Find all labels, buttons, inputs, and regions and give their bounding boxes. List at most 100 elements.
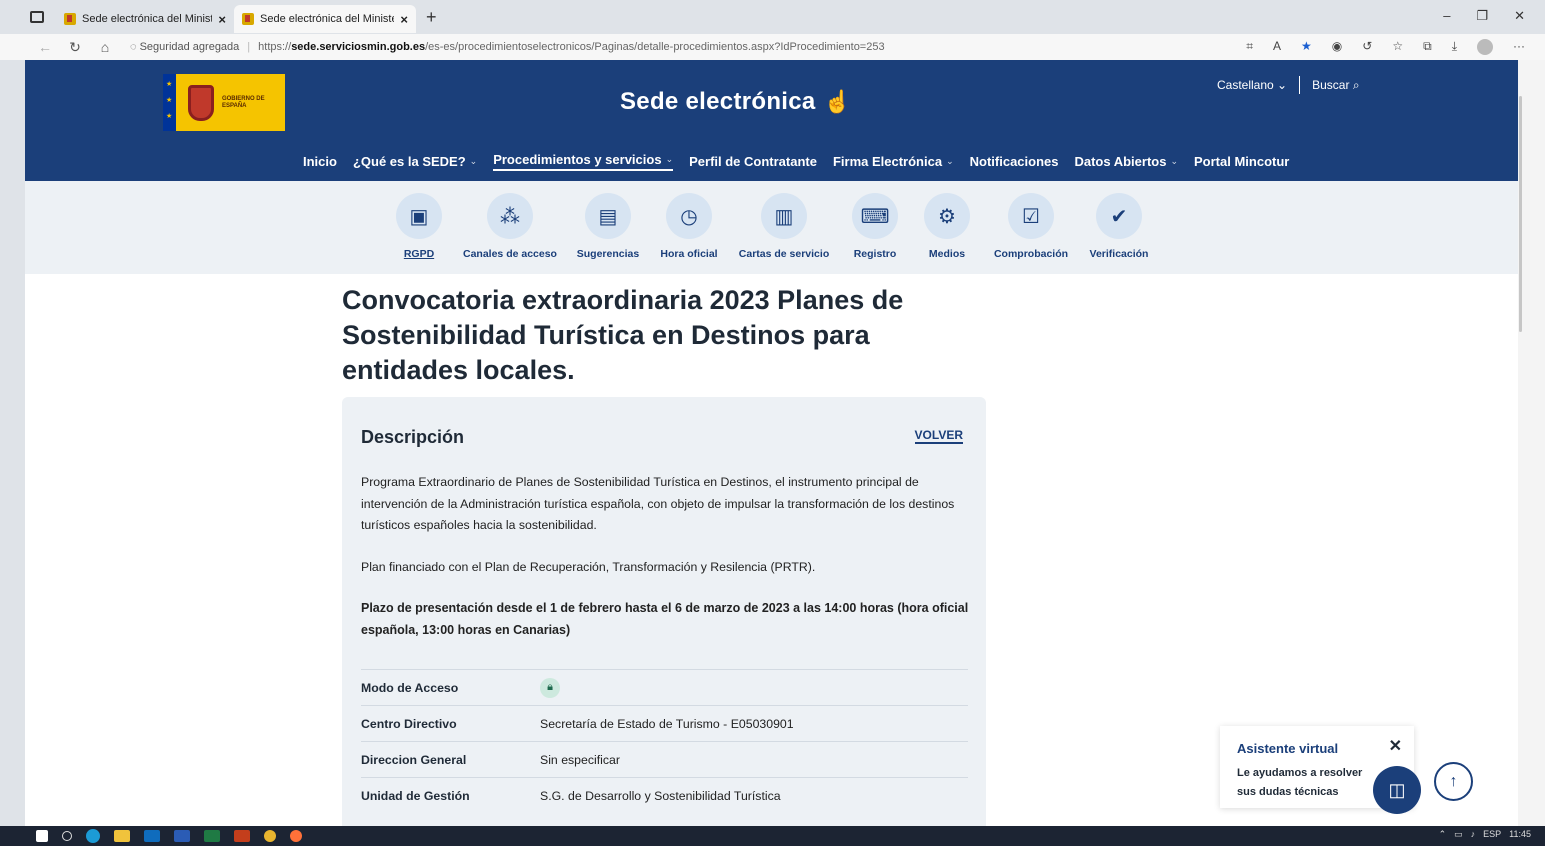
close-icon[interactable]: ✕: [1389, 736, 1402, 756]
more-icon[interactable]: ···: [1513, 39, 1525, 55]
quick-link-label: Canales de acceso: [463, 248, 557, 260]
favicon-icon: [242, 13, 254, 25]
windows-start-icon[interactable]: [36, 830, 48, 842]
browser-tab-active[interactable]: Sede electrónica del Ministerio d ×: [234, 5, 416, 33]
new-tab-icon[interactable]: +: [426, 7, 437, 28]
quick-link-verificacion[interactable]: ✔ Verificación: [1069, 193, 1169, 260]
search-label: Buscar: [1312, 77, 1350, 92]
nav-label: Perfil de Contratante: [689, 154, 817, 169]
description-text: Programa Extraordinario de Planes de Sos…: [361, 472, 971, 661]
quick-link-rgpd[interactable]: ▣ RGPD: [369, 193, 469, 260]
tab-actions-icon[interactable]: [30, 11, 44, 23]
chevron-down-icon: ⌄: [1277, 78, 1288, 92]
clock[interactable]: 11:45: [1509, 829, 1531, 840]
chat-bubble-icon: ◫: [1388, 779, 1406, 800]
profile-avatar[interactable]: [1477, 39, 1493, 55]
nav-item-perfil-contratante[interactable]: Perfil de Contratante: [689, 152, 817, 171]
security-badge[interactable]: ◌ Seguridad agregada: [130, 41, 239, 53]
search-icon: ⌕: [1352, 77, 1360, 92]
quick-link-label: Comprobación: [993, 248, 1069, 260]
details-table: Modo de Acceso 🔒︎ Centro Directivo Secre…: [361, 669, 968, 813]
url-prefix: https://: [258, 41, 292, 53]
refresh-icon[interactable]: ↻: [60, 39, 90, 56]
close-icon[interactable]: ×: [400, 12, 408, 27]
url-separator: |: [247, 41, 251, 53]
scroll-top-button[interactable]: ↑: [1434, 762, 1473, 801]
qr-code-icon[interactable]: ⌗: [1246, 39, 1253, 55]
read-aloud-icon[interactable]: A: [1273, 39, 1281, 55]
table-row: Modo de Acceso 🔒︎: [361, 669, 968, 705]
system-tray: ⌃ ▭ ♪ ESP 11:45: [1439, 829, 1531, 840]
lock-icon: 🔒︎: [540, 677, 560, 698]
close-window-icon[interactable]: ✕: [1514, 8, 1525, 24]
search-button[interactable]: Buscar ⌕: [1312, 78, 1359, 93]
assistant-subtitle: Le ayudamos a resolver sus dudas técnica…: [1237, 767, 1363, 798]
page-title: Convocatoria extraordinaria 2023 Planes …: [342, 285, 904, 385]
tray-chevron-icon[interactable]: ⌃: [1439, 829, 1447, 840]
language-selector[interactable]: Castellano ⌄: [1217, 78, 1287, 92]
detail-key: Modo de Acceso: [361, 680, 459, 695]
main-navigation: Inicio ¿Qué es la SEDE? ⌄ Procedimientos …: [303, 152, 1289, 171]
tab-title: Sede electrónica del Ministerio d: [82, 13, 213, 25]
home-icon[interactable]: ⌂: [90, 39, 120, 55]
nav-item-notificaciones[interactable]: Notificaciones: [970, 152, 1059, 171]
nav-item-portal-mincotur[interactable]: Portal Mincotur: [1194, 152, 1289, 171]
file-explorer-icon[interactable]: [114, 830, 130, 842]
quick-link-label: RGPD: [403, 248, 435, 260]
word-icon[interactable]: [174, 830, 190, 842]
favicon-icon: [64, 13, 76, 25]
volume-icon[interactable]: ♪: [1471, 829, 1476, 840]
url-path: /es-es/procedimientoselectronicos/Pagina…: [425, 41, 885, 53]
clock-icon: ◷: [666, 193, 712, 239]
downloads-icon[interactable]: ⤓: [1452, 39, 1457, 55]
close-icon[interactable]: ×: [218, 12, 226, 27]
quick-links-bar: ▣ RGPD ⁂ Canales de acceso ▤ Sugerencias ◷ H…: [25, 181, 1518, 274]
page-scrollbar[interactable]: [1518, 60, 1545, 826]
description-paragraph: Programa Extraordinario de Planes de Sos…: [361, 475, 955, 532]
quick-link-cartas[interactable]: ▥ Cartas de servicio: [734, 193, 834, 260]
excel-icon[interactable]: [204, 830, 220, 842]
quick-link-canales[interactable]: ⁂ Canales de acceso: [460, 193, 560, 260]
back-link[interactable]: VOLVER: [914, 428, 963, 444]
nav-item-datos-abiertos[interactable]: Datos Abiertos ⌄: [1074, 152, 1178, 171]
chrome-icon[interactable]: [264, 830, 276, 842]
collections-icon[interactable]: ⧉: [1423, 39, 1432, 55]
pointing-hand-icon: ☝: [823, 89, 852, 114]
deadline-paragraph: Plazo de presentación desde el 1 de febr…: [361, 601, 969, 637]
quick-link-comprobacion[interactable]: ☑ Comprobación: [981, 193, 1081, 260]
restore-icon[interactable]: ❐: [1476, 8, 1488, 24]
address-bar: ← ↻ ⌂ ◌ Seguridad agregada | https://sed…: [0, 34, 1545, 60]
quick-link-label: Registro: [853, 248, 897, 260]
site-title-text: Sede electrónica: [620, 88, 816, 115]
language-indicator[interactable]: ESP: [1483, 829, 1501, 840]
table-row: Centro Directivo Secretaría de Estado de…: [361, 705, 968, 741]
site-title[interactable]: Sede electrónica ☝: [620, 88, 851, 116]
scrollbar-thumb[interactable]: [1519, 96, 1522, 332]
browser-tab[interactable]: Sede electrónica del Ministerio d ×: [56, 5, 234, 33]
detail-value: S.G. de Desarrollo y Sostenibilidad Turí…: [540, 788, 781, 803]
outlook-icon[interactable]: [144, 830, 160, 842]
nav-item-que-es-sede[interactable]: ¿Qué es la SEDE? ⌄: [353, 152, 477, 171]
network-tray-icon[interactable]: ▭: [1454, 829, 1463, 840]
favorite-star-icon[interactable]: ★: [1301, 39, 1312, 55]
nav-item-inicio[interactable]: Inicio: [303, 152, 337, 171]
powerpoint-icon[interactable]: [234, 830, 250, 842]
nav-item-procedimientos[interactable]: Procedimientos y servicios ⌄: [493, 152, 674, 171]
edge-icon[interactable]: [86, 829, 100, 843]
url-field[interactable]: ◌ Seguridad agregada | https://sede.serv…: [130, 41, 885, 53]
extension-icon[interactable]: ◉: [1332, 39, 1342, 55]
quick-link-hora-oficial[interactable]: ◷ Hora oficial: [639, 193, 739, 260]
minimize-icon[interactable]: –: [1443, 8, 1450, 24]
chat-button[interactable]: ◫: [1373, 766, 1421, 814]
search-icon[interactable]: [62, 831, 72, 841]
favorites-icon[interactable]: ☆: [1392, 39, 1403, 55]
back-arrow-icon[interactable]: ←: [30, 39, 60, 55]
eu-flag-icon: ★ ★ ★: [163, 74, 176, 131]
refresh-extension-icon[interactable]: ↺: [1362, 39, 1372, 55]
nav-item-firma-electronica[interactable]: Firma Electrónica ⌄: [833, 152, 954, 171]
nav-label: Notificaciones: [969, 154, 1059, 169]
document-icon: ▥: [761, 193, 807, 239]
browser-toolbar: ⌗ A ★ ◉ ↺ ☆ ⧉ ⤓ ···: [1246, 39, 1525, 55]
gobierno-logo[interactable]: ★ ★ ★ GOBIERNO DE ESPAÑA: [163, 74, 285, 131]
firefox-icon[interactable]: [290, 830, 302, 842]
